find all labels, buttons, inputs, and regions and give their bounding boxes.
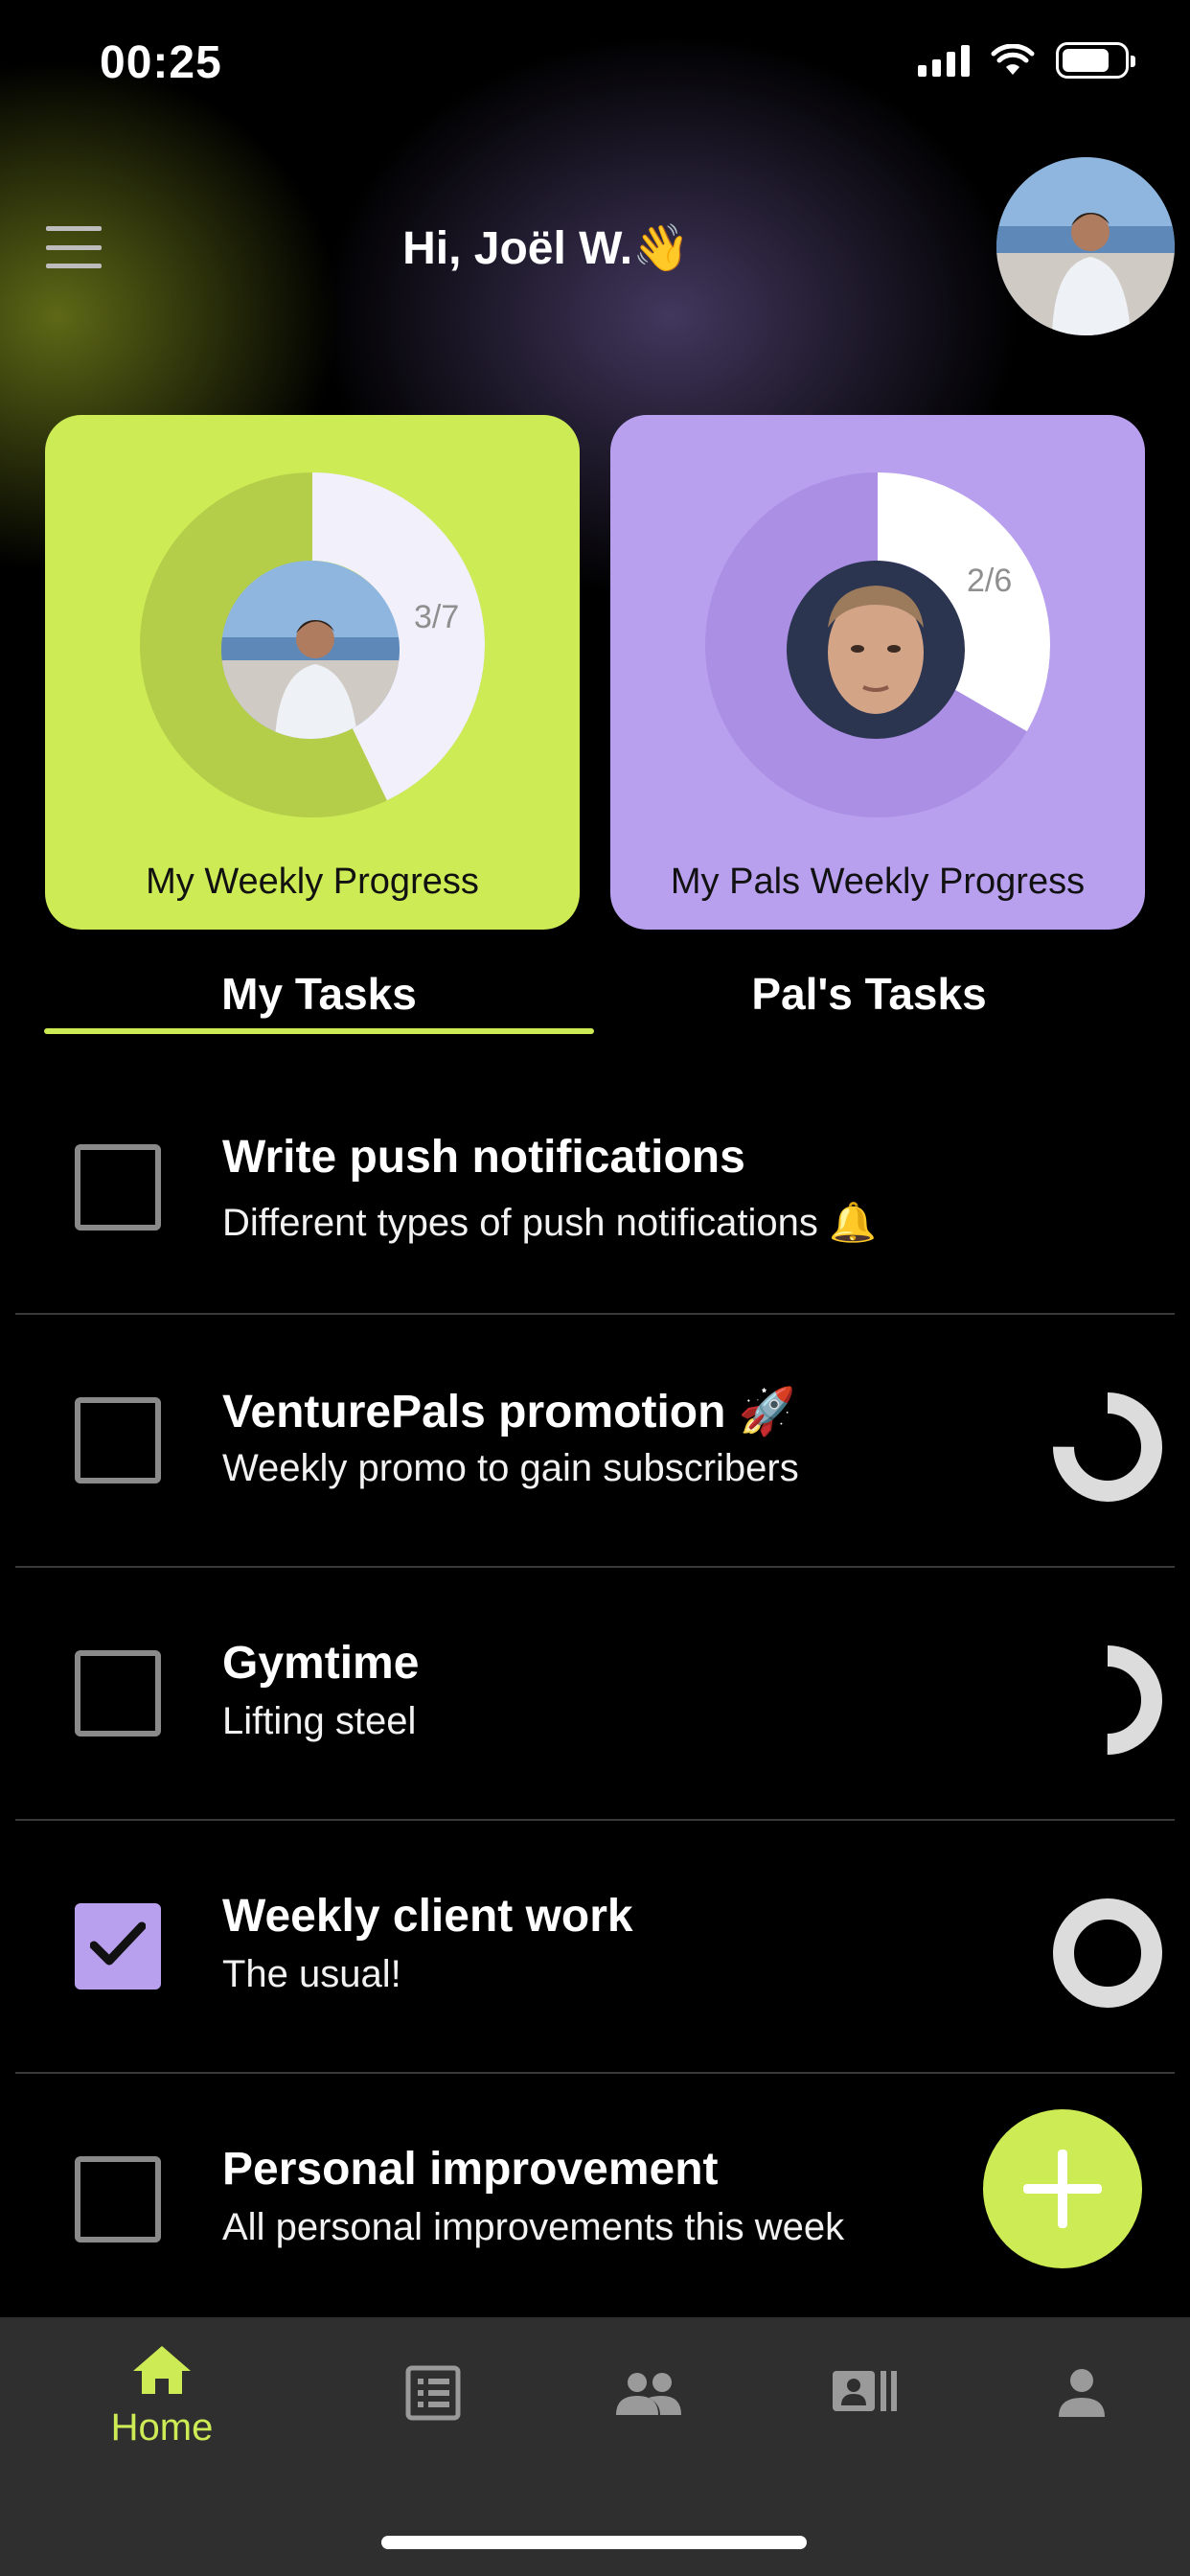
pals-progress-avatar [787, 561, 965, 739]
nav-home[interactable]: Home [85, 2344, 239, 2450]
nav-profile[interactable] [1005, 2367, 1158, 2422]
tab-pals-tasks[interactable]: Pal's Tasks [594, 968, 1144, 1020]
pals-progress-title: My Pals Weekly Progress [670, 862, 1086, 902]
menu-icon[interactable] [46, 226, 102, 268]
task-title: VenturePals promotion 🚀 [222, 1387, 796, 1438]
task-title: Gymtime [222, 1638, 420, 1689]
battery-icon [1056, 42, 1135, 79]
person-icon [1059, 2369, 1105, 2417]
status-bar: 00:25 [0, 0, 1190, 134]
task-checkbox[interactable] [75, 2156, 161, 2242]
tab-my-tasks[interactable]: My Tasks [44, 968, 594, 1020]
my-weekly-progress-card[interactable]: 3/7 My Weekly Progress [45, 415, 580, 930]
task-row[interactable]: Write push notifications Different types… [15, 1062, 1175, 1315]
contact-card-icon [833, 2371, 897, 2411]
profile-avatar[interactable] [996, 157, 1175, 335]
task-row[interactable]: Gymtime Lifting steel [15, 1568, 1175, 1821]
add-task-button[interactable] [983, 2109, 1142, 2268]
task-checkbox[interactable] [75, 1144, 161, 1230]
my-progress-avatar [221, 561, 400, 739]
task-title: Write push notifications [222, 1132, 745, 1183]
task-title: Weekly client work [222, 1891, 633, 1942]
nav-home-label: Home [110, 2406, 214, 2449]
my-progress-label: 3/7 [414, 599, 460, 635]
nav-tasks[interactable] [356, 2365, 510, 2426]
checkmark-icon [90, 1921, 146, 1966]
task-checkbox[interactable] [75, 1397, 161, 1484]
task-title: Personal improvement [222, 2144, 719, 2195]
home-indicator [381, 2536, 807, 2549]
list-icon [405, 2365, 461, 2421]
nav-pals[interactable] [572, 2371, 725, 2420]
task-subtitle: Weekly promo to gain subscribers [222, 1447, 799, 1489]
my-progress-title: My Weekly Progress [146, 862, 479, 902]
active-tab-indicator [44, 1028, 594, 1034]
task-progress-icon [1053, 1392, 1162, 1502]
signal-icon [918, 44, 970, 77]
task-progress-icon [1053, 1645, 1162, 1755]
status-time: 00:25 [100, 37, 222, 88]
task-checkbox[interactable] [75, 1903, 161, 1990]
task-progress-icon [1053, 1898, 1162, 2008]
task-row[interactable]: VenturePals promotion 🚀 Weekly promo to … [15, 1315, 1175, 1568]
task-subtitle: Different types of push notifications 🔔 [222, 1202, 877, 1244]
task-row[interactable]: Weekly client work The usual! [15, 1821, 1175, 2074]
group-icon [616, 2373, 681, 2415]
pals-weekly-progress-card[interactable]: 2/6 My Pals Weekly Progress [610, 415, 1145, 930]
pals-progress-label: 2/6 [967, 563, 1013, 599]
task-subtitle: Lifting steel [222, 1700, 417, 1742]
home-icon [133, 2346, 191, 2394]
status-icons [918, 42, 1135, 79]
task-subtitle: The usual! [222, 1953, 401, 1995]
nav-contacts[interactable] [788, 2367, 941, 2420]
wifi-icon [991, 44, 1035, 75]
task-subtitle: All personal improvements this week [222, 2206, 845, 2248]
greeting-title: Hi, Joël W.👋 [402, 223, 690, 274]
task-checkbox[interactable] [75, 1650, 161, 1736]
